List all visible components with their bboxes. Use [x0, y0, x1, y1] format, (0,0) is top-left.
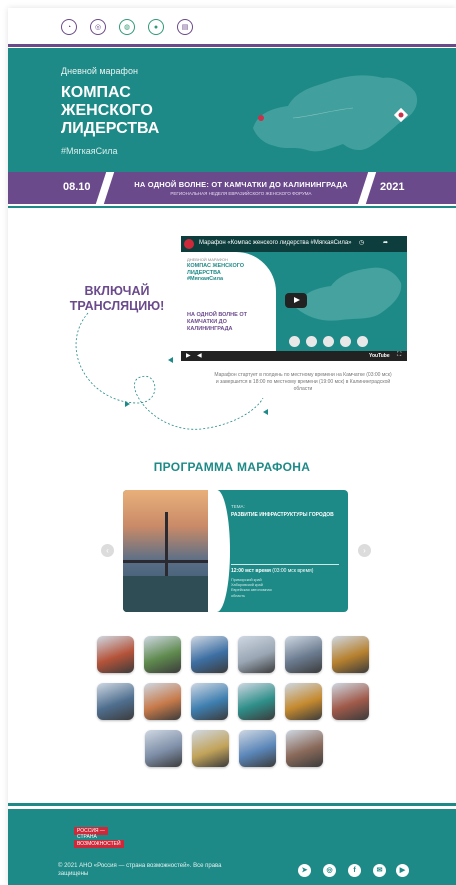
hero-hashtag: #МягкаяСила — [61, 146, 118, 156]
video-panel-wave: НА ОДНОЙ ВОЛНЕ ОТ КАМЧАТКИ ДО КАЛИНИНГРА… — [187, 312, 247, 332]
partner-logo-icon[interactable]: ▤ — [177, 19, 193, 35]
channel-avatar — [184, 239, 194, 249]
event-headline: НА ОДНОЙ ВОЛНЕ: ОТ КАМЧАТКИ ДО КАЛИНИНГР… — [134, 180, 348, 189]
divider — [8, 206, 456, 208]
page: ◔ ◎ ◍ ● ▤ Дневной марафон КОМПАС ЖЕНСКОГ… — [8, 8, 456, 885]
partner-logo-icon[interactable]: ◍ — [119, 19, 135, 35]
play-button[interactable] — [285, 293, 307, 308]
hero-subtitle: Дневной марафон — [61, 66, 138, 76]
region-thumbnail[interactable] — [332, 683, 369, 720]
region-thumbnail[interactable] — [97, 636, 134, 673]
divider — [8, 44, 456, 47]
broadcast-caption: Марафон стартует в полдень по местному в… — [214, 372, 392, 392]
divider — [8, 803, 456, 806]
video-panel-sub: ДНЕВНОЙ МАРАФОН — [187, 257, 228, 262]
telegram-icon[interactable]: ➤ — [298, 864, 311, 877]
partners-bar: ◔ ◎ ◍ ● ▤ — [8, 8, 456, 44]
carousel-next-button[interactable]: › — [358, 544, 371, 557]
partner-logo-icon[interactable]: ● — [148, 19, 164, 35]
map-pin-icon — [258, 115, 264, 121]
share-icon[interactable]: ➦ — [383, 239, 388, 246]
carousel-prev-button[interactable]: ‹ — [101, 544, 114, 557]
video-panel-title: КОМПАС ЖЕНСКОГО ЛИДЕРСТВА #МягкаяСила — [187, 263, 245, 282]
vk-icon[interactable]: ✉ — [373, 864, 386, 877]
event-year: 2021 — [380, 181, 405, 193]
bridge-photo — [123, 490, 218, 612]
region-thumbnail[interactable] — [332, 636, 369, 673]
hero-title: КОМПАС ЖЕНСКОГО ЛИДЕРСТВА — [61, 84, 160, 137]
region-thumbnail[interactable] — [238, 636, 275, 673]
card-divider — [231, 564, 339, 565]
card-topic: РАЗВИТИЕ ИНФРАСТРУКТУРЫ ГОРОДОВ — [231, 512, 334, 518]
play-icon[interactable]: ▶ — [186, 352, 191, 359]
region-thumbnail[interactable] — [192, 730, 229, 767]
video-player[interactable]: Марафон «Компас женского лидерства #Мягк… — [181, 236, 407, 361]
partner-logo-icon[interactable]: ◎ — [90, 19, 106, 35]
card-time: 12:00 мст время (03:00 мск время) — [231, 568, 314, 574]
program-title: ПРОГРАММА МАРАФОНА — [153, 460, 311, 474]
program-card: ТЕМА: РАЗВИТИЕ ИНФРАСТРУКТУРЫ ГОРОДОВ 12… — [123, 490, 348, 612]
video-partner-logos — [289, 336, 368, 347]
region-thumbnail[interactable] — [97, 683, 134, 720]
youtube-icon[interactable]: ▶ — [396, 864, 409, 877]
region-thumbnail[interactable] — [238, 683, 275, 720]
card-label: ТЕМА: — [231, 504, 245, 509]
slash-divider — [95, 172, 115, 204]
region-thumbnail[interactable] — [144, 683, 181, 720]
youtube-logo-icon[interactable]: YouTube — [369, 353, 390, 359]
odnoklassniki-icon[interactable]: ◎ — [323, 864, 336, 877]
event-strip: 08.10 НА ОДНОЙ ВОЛНЕ: ОТ КАМЧАТКИ ДО КАЛ… — [8, 172, 456, 204]
video-controls: ▶ ◀ YouTube ⛶ — [181, 351, 407, 361]
footer: РОССИЯ — СТРАНА ВОЗМОЖНОСТЕЙ © 2021 АНО … — [8, 809, 456, 885]
video-title[interactable]: Марафон «Компас женского лидерства #Мягк… — [199, 240, 352, 246]
event-subline: РЕГИОНАЛЬНАЯ НЕДЕЛЯ ЕВРАЗИЙСКОГО ЖЕНСКОГ… — [170, 191, 312, 196]
event-date: 08.10 — [63, 181, 91, 193]
region-thumbnail[interactable] — [285, 636, 322, 673]
region-thumbnail[interactable] — [285, 683, 322, 720]
copyright: © 2021 АНО «Россия — страна возможностей… — [58, 863, 222, 877]
hero-banner: Дневной марафон КОМПАС ЖЕНСКОГО ЛИДЕРСТВ… — [8, 48, 456, 172]
partner-logo-icon[interactable]: ◔ — [61, 19, 77, 35]
video-map-icon — [296, 267, 402, 321]
slash-divider — [357, 172, 377, 204]
video-title-bar: Марафон «Компас женского лидерства #Мягк… — [181, 236, 407, 252]
watch-later-icon[interactable]: ◷ — [359, 239, 364, 246]
region-thumbnail[interactable] — [191, 683, 228, 720]
card-curve — [208, 490, 230, 612]
facebook-icon[interactable]: f — [348, 864, 361, 877]
region-thumbnail[interactable] — [191, 636, 228, 673]
region-thumbnail[interactable] — [144, 636, 181, 673]
region-thumbnail[interactable] — [286, 730, 323, 767]
card-regions: Приморский край Хабаровский край Еврейск… — [231, 578, 272, 598]
volume-icon[interactable]: ◀ — [197, 352, 202, 359]
region-thumbnail[interactable] — [145, 730, 182, 767]
region-thumbnail[interactable] — [239, 730, 276, 767]
russia-logo[interactable]: РОССИЯ — СТРАНА ВОЗМОЖНОСТЕЙ — [74, 827, 124, 848]
russia-map-icon — [253, 75, 418, 152]
video-panel: ДНЕВНОЙ МАРАФОН КОМПАС ЖЕНСКОГО ЛИДЕРСТВ… — [181, 252, 276, 352]
fullscreen-icon[interactable]: ⛶ — [397, 352, 401, 359]
